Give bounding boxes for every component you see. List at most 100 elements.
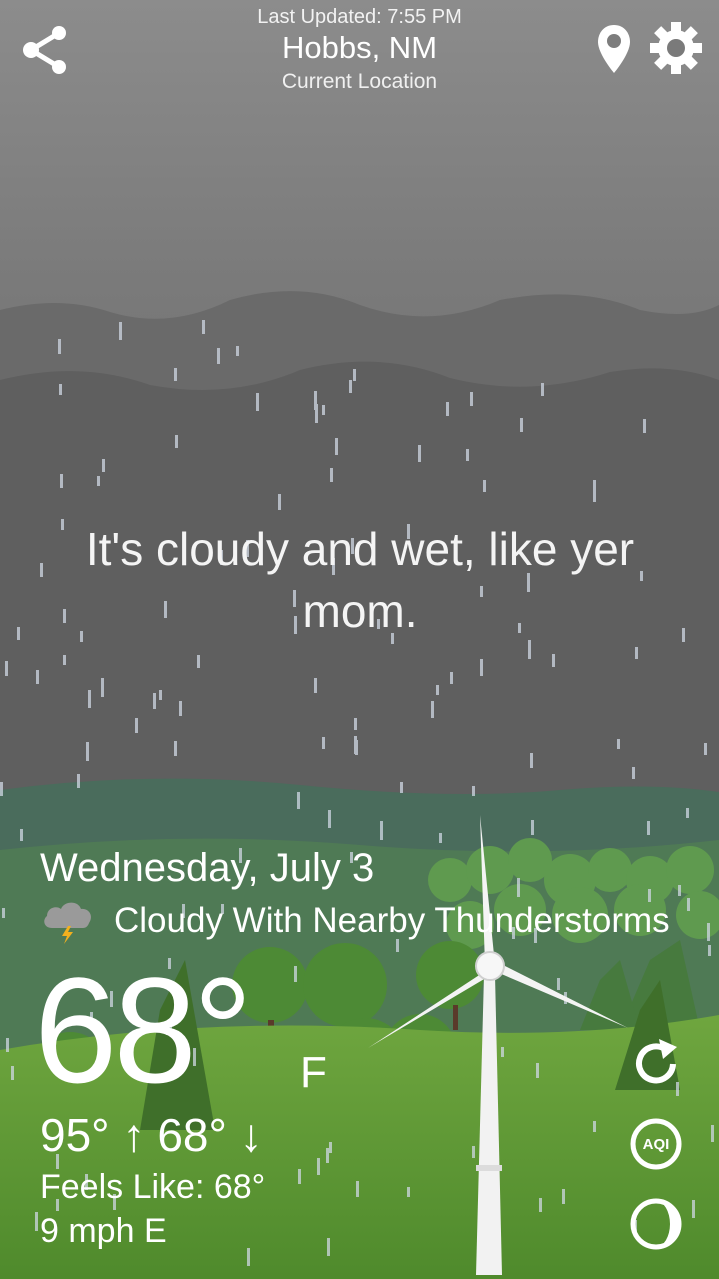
feels-like: Feels Like: 68° <box>40 1168 266 1206</box>
rain-drop <box>446 402 449 416</box>
rain-drop <box>97 476 100 486</box>
current-temperature: 68° <box>34 946 253 1114</box>
rain-drop <box>407 1187 410 1197</box>
rain-drop <box>501 1047 504 1057</box>
rain-drop <box>179 701 182 716</box>
rain-drop <box>314 391 317 410</box>
location-pin-icon[interactable] <box>594 22 634 76</box>
forecast-date: Wednesday, July 3 <box>40 846 375 890</box>
rain-drop <box>678 885 681 896</box>
rain-drop <box>330 468 333 482</box>
rain-drop <box>174 368 177 381</box>
rain-drop <box>439 833 442 843</box>
refresh-icon[interactable] <box>628 1036 684 1092</box>
aqi-label: AQI <box>642 1135 670 1153</box>
rain-drop <box>236 346 239 356</box>
rain-drop <box>59 384 62 395</box>
rain-drop <box>314 678 317 693</box>
rain-drop <box>63 655 66 665</box>
rain-drop <box>11 1066 14 1080</box>
rain-drop <box>593 489 596 502</box>
gear-icon[interactable] <box>648 20 704 76</box>
rain-drop <box>2 908 5 918</box>
rain-drop <box>101 678 104 697</box>
rain-drop <box>36 670 39 684</box>
rain-drop <box>5 661 8 676</box>
rain-drop <box>322 737 325 749</box>
rain-drop <box>692 1200 695 1218</box>
rain-drop <box>298 1169 301 1184</box>
rain-drop <box>483 480 486 492</box>
rain-drop <box>472 1146 475 1158</box>
rain-drop <box>470 392 473 406</box>
moon-phase-icon[interactable] <box>628 1196 684 1252</box>
rain-drop <box>217 348 220 364</box>
rain-drop <box>632 767 635 779</box>
rain-drop <box>6 1038 9 1052</box>
condition-text: Cloudy With Nearby Thunderstorms <box>114 901 670 940</box>
rain-drop <box>77 774 80 788</box>
rain-drop <box>247 1248 250 1266</box>
rain-drop <box>536 1063 539 1078</box>
rain-drop <box>356 1181 359 1197</box>
rain-drop <box>88 690 91 708</box>
rain-drop <box>202 320 205 334</box>
condition-row[interactable]: Cloudy With Nearby Thunderstorms <box>40 896 700 946</box>
rain-drop <box>704 743 707 755</box>
rain-drop <box>400 782 403 793</box>
high-temp: 95° ↑ <box>40 1109 146 1161</box>
high-low-temps: 95° ↑ 68° ↓ <box>40 1108 263 1162</box>
rain-drop <box>686 808 689 818</box>
rain-drop <box>617 739 620 749</box>
rain-drop <box>278 494 281 510</box>
rain-drop <box>562 1189 565 1204</box>
rain-drop <box>35 1212 38 1231</box>
rain-drop <box>317 1158 320 1175</box>
low-temp: 68° ↓ <box>157 1109 263 1161</box>
rain-drop <box>326 1148 329 1163</box>
rain-drop <box>682 628 685 642</box>
rain-drop <box>354 718 357 730</box>
rain-drop <box>256 393 259 411</box>
rain-drop <box>60 474 63 488</box>
thunderstorm-cloud-icon <box>40 896 96 946</box>
aqi-icon[interactable]: AQI <box>628 1116 684 1172</box>
temperature-unit[interactable]: F <box>300 1048 327 1098</box>
rain-drop <box>335 438 338 455</box>
rain-drop <box>552 654 555 667</box>
rain-drop <box>174 741 177 756</box>
rain-drop <box>643 419 646 433</box>
rain-drop <box>450 672 453 684</box>
rain-drop <box>531 820 534 835</box>
rain-drop <box>175 435 178 448</box>
rain-drop <box>647 821 650 835</box>
rain-drop <box>135 718 138 733</box>
weather-quip: It's cloudy and wet, like yer mom. <box>85 523 635 637</box>
rain-drop <box>197 655 200 668</box>
rain-drop <box>40 563 43 577</box>
rain-drop <box>380 821 383 840</box>
rain-drop <box>159 690 162 700</box>
rain-drop <box>355 740 358 755</box>
rain-drop <box>480 659 483 676</box>
rain-drop <box>517 878 520 897</box>
rain-drop <box>707 923 710 941</box>
rain-drop <box>436 685 439 695</box>
rain-drop <box>294 966 297 982</box>
rain-drop <box>86 742 89 761</box>
rain-drop <box>593 1121 596 1132</box>
rain-drop <box>635 647 638 659</box>
rain-drop <box>528 640 531 659</box>
rain-drop <box>329 1142 332 1153</box>
rain-drop <box>349 380 352 393</box>
share-icon[interactable] <box>18 22 72 76</box>
rain-drop <box>418 445 421 462</box>
rain-drop <box>711 1125 714 1142</box>
rain-drop <box>541 383 544 396</box>
rain-drop <box>327 1238 330 1256</box>
rain-drop <box>593 480 596 490</box>
rain-drop <box>17 627 20 640</box>
rain-drop <box>20 829 23 841</box>
rain-drop <box>153 693 156 709</box>
rain-drop <box>58 339 61 354</box>
